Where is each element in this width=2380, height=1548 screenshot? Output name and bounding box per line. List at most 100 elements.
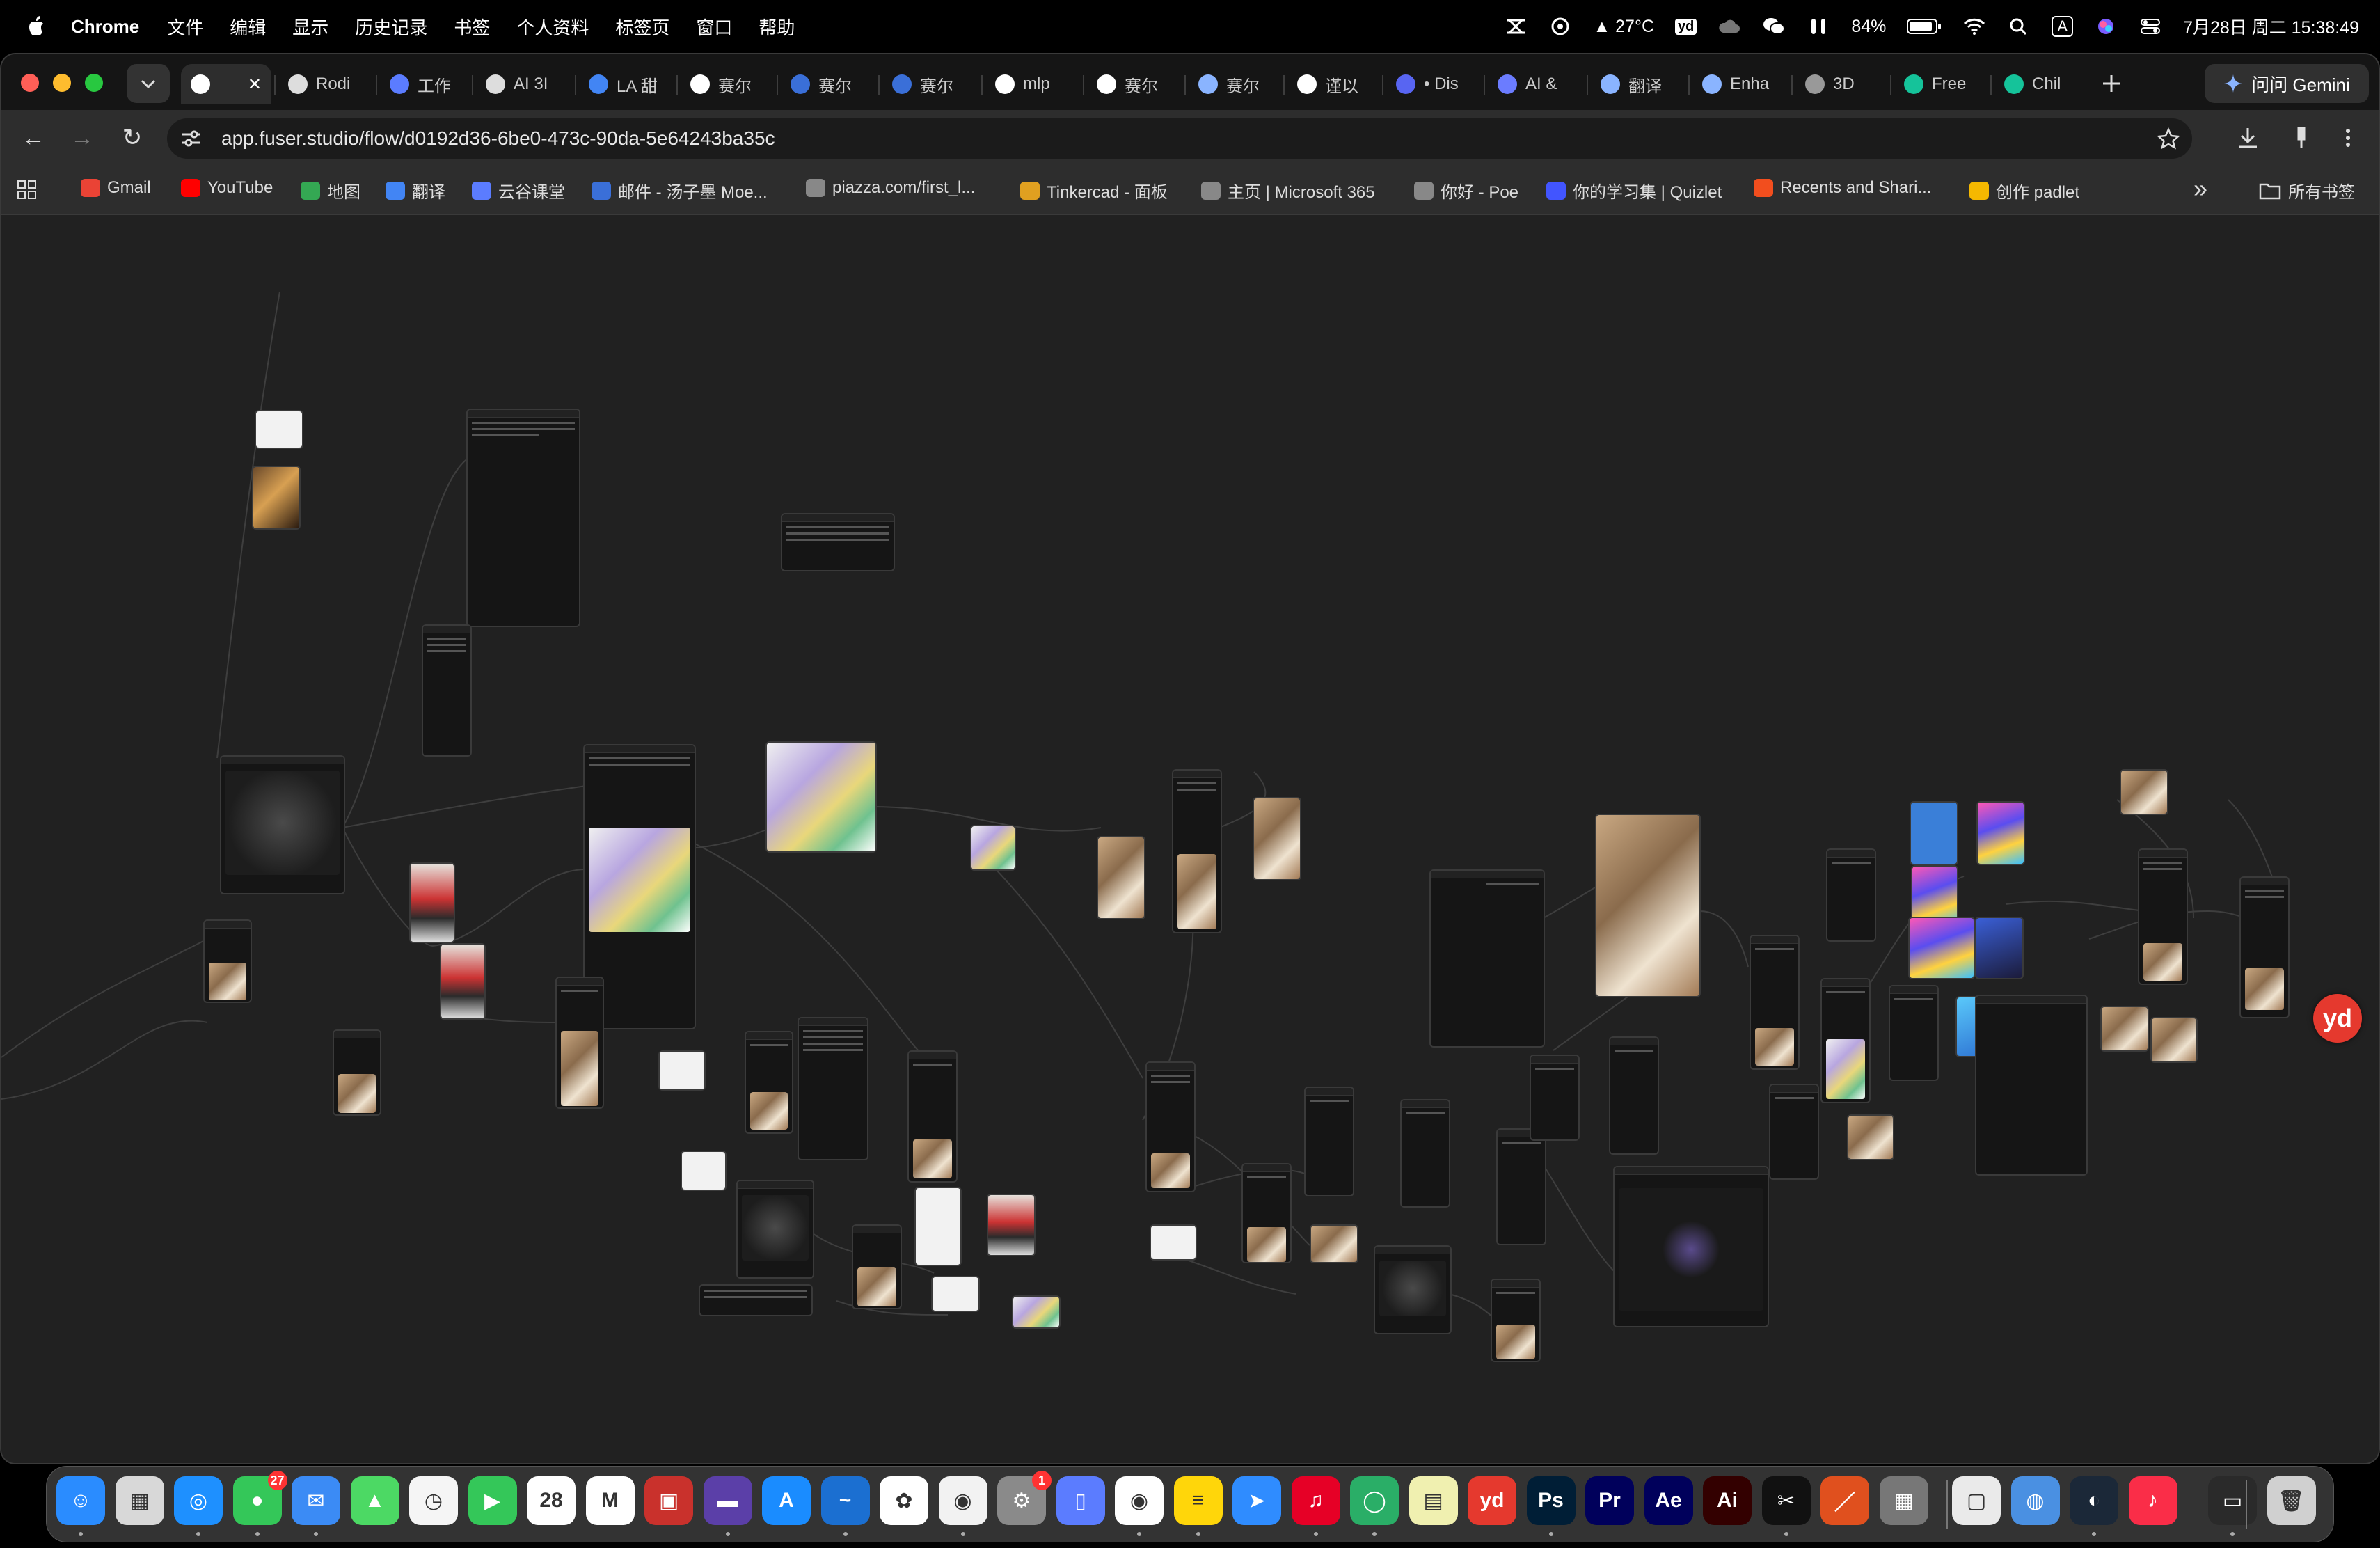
dock-desktop-folder-icon[interactable]: ▭	[2208, 1476, 2257, 1525]
capcut-status-icon[interactable]	[1504, 16, 1528, 37]
tab[interactable]: AI 3I	[476, 64, 566, 104]
flow-node-image-gen[interactable]	[1172, 769, 1222, 933]
tab[interactable]: Enha	[1692, 64, 1783, 104]
download-icon[interactable]	[2235, 125, 2260, 150]
dock-safari-icon[interactable]: ◎	[174, 1476, 223, 1525]
creative-cloud-icon[interactable]	[1548, 16, 1572, 37]
bookmark-item[interactable]: YouTube	[181, 178, 273, 198]
dock-chrome-icon[interactable]: ◉	[1115, 1476, 1164, 1525]
flow-node-image[interactable]	[658, 1050, 706, 1091]
flow-node-empty-image[interactable]	[736, 1180, 814, 1279]
flow-node-image-gen[interactable]	[2239, 876, 2290, 1018]
extension-pin-icon[interactable]	[2291, 125, 2312, 150]
forward-button[interactable]: →	[67, 123, 97, 153]
dock-gmail-icon[interactable]: M	[585, 1476, 635, 1525]
flow-canvas[interactable]	[1, 215, 2379, 1463]
dock-clock-icon[interactable]: ◷	[409, 1476, 458, 1525]
dock-pen-app-icon[interactable]: ／	[1820, 1476, 1869, 1525]
bookmark-item[interactable]: Recents and Shari...	[1754, 178, 1931, 198]
flow-node-text[interactable]	[422, 624, 472, 757]
menu-edit[interactable]: 编辑	[230, 14, 266, 40]
more-menu-icon[interactable]	[2340, 125, 2356, 150]
menu-bookmarks[interactable]: 书签	[454, 14, 490, 40]
bookmark-item[interactable]: Tinkercad - 面板	[1020, 178, 1168, 203]
dock-trash-icon[interactable]: 🗑	[2267, 1476, 2316, 1525]
siri-icon[interactable]	[2094, 16, 2118, 37]
flow-node-image[interactable]	[2120, 769, 2168, 815]
dock-illustrator-icon[interactable]: Ai	[1703, 1476, 1752, 1525]
weather-status[interactable]: ▲ 27°C	[1593, 17, 1654, 37]
flow-node-text[interactable]	[798, 1017, 868, 1160]
ask-gemini-button[interactable]: 问问 Gemini	[2205, 64, 2369, 103]
dock-remote-icon[interactable]: ▯	[1056, 1476, 1105, 1525]
dock-notebook-icon[interactable]: ▤	[1409, 1476, 1458, 1525]
dock-disk-app-icon[interactable]: ◍	[2010, 1476, 2060, 1525]
url-text[interactable]: app.fuser.studio/flow/d0192d36-6be0-473c…	[221, 127, 775, 150]
dock-system-settings-icon[interactable]: ⚙ 1	[997, 1471, 1052, 1525]
site-settings-icon[interactable]	[180, 128, 203, 149]
tab[interactable]: 翻译	[1591, 64, 1681, 104]
flow-node-image[interactable]	[2150, 1017, 2198, 1063]
dock-youdao-icon[interactable]: yd	[1468, 1476, 1516, 1525]
flow-node-image-gen[interactable]	[1145, 1061, 1196, 1192]
dock-freeform-icon[interactable]: ~	[820, 1476, 870, 1525]
tab[interactable]: Free	[1894, 64, 1985, 104]
tab[interactable]: mlp	[985, 64, 1076, 104]
dock-music-icon[interactable]: ♪	[2128, 1476, 2177, 1525]
dock-photoshop-icon[interactable]: Ps	[1526, 1476, 1576, 1525]
bookmark-star-icon[interactable]	[2157, 127, 2180, 150]
wifi-icon[interactable]	[1962, 16, 1986, 37]
flow-node-image-gen[interactable]	[1750, 935, 1800, 1070]
dock-facetime-icon[interactable]: ▶	[468, 1476, 517, 1525]
tab[interactable]: AI &	[1488, 64, 1578, 104]
flow-node-image[interactable]	[1908, 917, 1975, 979]
flow-node-image-gen[interactable]	[1820, 978, 1871, 1103]
wechat-status-icon[interactable]	[1762, 16, 1786, 37]
flow-node-text[interactable]	[1826, 848, 1876, 942]
tab[interactable]: Chil	[1994, 64, 2085, 104]
flow-node-image-gen[interactable]	[745, 1031, 793, 1134]
dock-wechat-icon[interactable]: ◯	[1350, 1476, 1399, 1525]
youdao-floating-button[interactable]: yd	[2313, 994, 2362, 1043]
input-method-indicator[interactable]: A	[2052, 16, 2074, 37]
bookmark-item[interactable]: piazza.com/first_l...	[806, 178, 975, 198]
minimize-window-button[interactable]	[53, 74, 71, 92]
address-bar[interactable]: app.fuser.studio/flow/d0192d36-6be0-473c…	[167, 118, 2192, 159]
flow-node-image[interactable]	[987, 1194, 1036, 1256]
battery-icon[interactable]	[1907, 17, 1942, 35]
tab[interactable]: 3D	[1795, 64, 1886, 104]
flow-node-settings[interactable]	[1429, 869, 1545, 1048]
flow-node-image[interactable]	[1012, 1295, 1061, 1329]
dock-maps-icon[interactable]: ▲	[350, 1476, 399, 1525]
dock-launchpad-icon[interactable]: ▦	[115, 1476, 164, 1525]
clock-datetime[interactable]: 7月28日 周二 15:38:49	[2183, 14, 2359, 39]
dock-notification-icon[interactable]: ◉	[938, 1476, 987, 1525]
flow-node-text[interactable]	[1496, 1128, 1546, 1245]
menu-help[interactable]: 帮助	[759, 14, 795, 40]
tab[interactable]: • Dis	[1386, 64, 1477, 104]
flow-node-image[interactable]	[1595, 814, 1701, 997]
menu-file[interactable]: 文件	[167, 14, 203, 40]
flow-node-text[interactable]	[1889, 985, 1939, 1081]
apple-icon[interactable]	[26, 15, 47, 38]
all-bookmarks-folder[interactable]: 所有书签	[2259, 178, 2355, 203]
dock-finder-icon[interactable]: ☺	[56, 1476, 105, 1525]
back-button[interactable]: ←	[18, 123, 49, 153]
reload-button[interactable]: ↻	[117, 123, 148, 153]
bookmark-item[interactable]: 你的学习集 | Quizlet	[1546, 178, 1722, 203]
flow-node-image[interactable]	[914, 1187, 962, 1266]
flow-node-image[interactable]	[1976, 801, 2025, 865]
flow-node-image-gen[interactable]	[333, 1029, 381, 1116]
dock-calendar-icon[interactable]: 28	[527, 1476, 576, 1525]
dock-capcut-icon[interactable]: ✂	[1761, 1476, 1811, 1525]
control-center-icon[interactable]	[2139, 16, 2162, 37]
dock-app-store-icon[interactable]: A	[762, 1476, 811, 1525]
bookmark-item[interactable]: 云谷课堂	[472, 178, 565, 203]
flow-node-image[interactable]	[1097, 836, 1145, 919]
bookmark-item[interactable]: 你好 - Poe	[1414, 178, 1518, 203]
youdao-status-icon[interactable]: yd	[1675, 18, 1697, 35]
bookmark-item[interactable]: 地图	[301, 178, 360, 203]
flow-node-text[interactable]	[1530, 1055, 1580, 1141]
flow-node-empty-image[interactable]	[1374, 1245, 1452, 1334]
dock-paper-plane-icon[interactable]: ➤	[1232, 1476, 1281, 1525]
